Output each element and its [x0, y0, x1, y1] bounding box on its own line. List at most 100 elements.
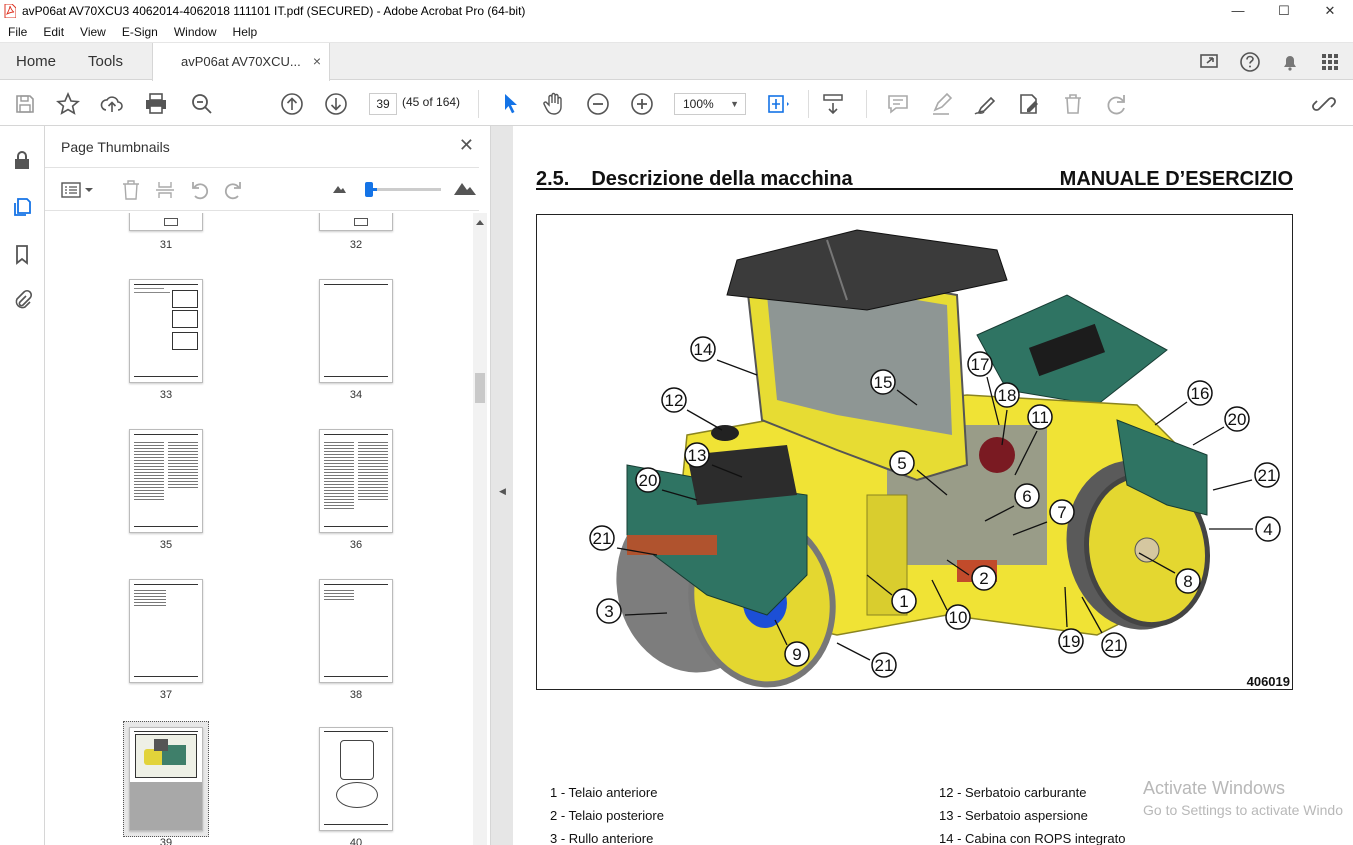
thumbnail-page[interactable] [319, 579, 393, 683]
thumbnail-options-icon[interactable] [61, 180, 95, 200]
zoom-out-icon[interactable] [585, 91, 611, 117]
thumbnail-page-current[interactable] [129, 727, 203, 831]
callout-number: 18 [998, 386, 1017, 405]
share-link-icon[interactable] [1311, 91, 1337, 117]
delete-pages-icon[interactable] [121, 179, 141, 201]
menu-edit[interactable]: Edit [35, 25, 72, 39]
thumbnail-scrollbar[interactable] [473, 213, 487, 845]
thumbnail-page[interactable] [129, 579, 203, 683]
callout-number: 12 [665, 391, 684, 410]
tab-home[interactable]: Home [16, 43, 56, 80]
scroll-mode-icon[interactable] [820, 91, 846, 117]
small-mountain-icon[interactable] [332, 184, 346, 194]
callout-number: 19 [1062, 632, 1081, 651]
callout-leader-line [896, 389, 918, 406]
callout-number: 3 [604, 602, 613, 621]
thumbnail-page[interactable] [129, 429, 203, 533]
rotate-counterclockwise-icon[interactable] [189, 179, 211, 201]
large-mountain-icon[interactable] [453, 180, 477, 196]
callout-number: 5 [897, 454, 906, 473]
extract-pages-icon[interactable] [155, 179, 175, 201]
tab-close-icon[interactable]: × [313, 43, 321, 80]
collapse-panel-icon[interactable]: ◀ [499, 486, 506, 497]
page-count: (45 of 164) [402, 95, 461, 109]
thumbnail-page[interactable] [319, 429, 393, 533]
comment-icon[interactable] [885, 91, 911, 117]
menu-view[interactable]: View [72, 25, 114, 39]
attachments-paperclip-icon[interactable] [11, 288, 33, 310]
menu-help[interactable]: Help [225, 25, 266, 39]
minimize-button[interactable]: — [1215, 0, 1261, 22]
bookmarks-icon[interactable] [11, 243, 33, 265]
next-page-icon[interactable] [323, 91, 349, 117]
callout-leader-line [1001, 409, 1008, 446]
zoom-search-icon[interactable] [189, 91, 215, 117]
notifications-bell-icon[interactable] [1279, 51, 1301, 73]
callout-number: 21 [593, 529, 612, 548]
panel-close-icon[interactable]: ✕ [459, 135, 474, 156]
callout-leader-line [774, 619, 788, 646]
close-window-button[interactable]: ✕ [1307, 0, 1353, 22]
callout-leader-line [616, 547, 658, 556]
apps-grid-icon[interactable] [1319, 51, 1341, 73]
thumbnail-label: 37 [159, 689, 173, 701]
previous-page-icon[interactable] [279, 91, 305, 117]
fit-page-icon[interactable] [764, 91, 790, 117]
page-number-input[interactable]: 39 [369, 93, 397, 115]
page-thumbnails-icon[interactable] [11, 196, 33, 218]
delete-trash-icon[interactable] [1060, 91, 1086, 117]
figure-code: 406019 [1246, 674, 1290, 689]
highlight-pen-icon[interactable] [929, 91, 955, 117]
callout-number: 4 [1263, 520, 1272, 539]
thumbnail-page[interactable] [319, 279, 393, 383]
callout-number: 17 [971, 355, 990, 374]
rotate-clockwise-icon[interactable] [222, 179, 244, 201]
thumbnail-page[interactable] [319, 213, 393, 231]
toolbar-divider [866, 90, 867, 118]
sign-pen-icon[interactable] [972, 91, 998, 117]
thumbnail-page[interactable] [129, 279, 203, 383]
edit-pdf-icon[interactable] [1016, 91, 1042, 117]
select-cursor-icon[interactable] [498, 91, 524, 117]
thumbnail-size-slider[interactable] [365, 182, 441, 197]
callout-number: 20 [639, 471, 658, 490]
legend-item: 12 - Serbatoio carburante [939, 785, 1087, 800]
lock-icon[interactable] [11, 149, 33, 171]
callout-leader-line [931, 579, 948, 611]
scrollbar-thumb[interactable] [475, 373, 485, 403]
maximize-button[interactable]: ☐ [1261, 0, 1307, 22]
zoom-in-icon[interactable] [629, 91, 655, 117]
callout-number: 21 [1258, 466, 1277, 485]
callout-number: 6 [1022, 487, 1031, 506]
thumbnail-page[interactable] [319, 727, 393, 831]
thumbnail-label: 39 [159, 837, 173, 845]
menu-file[interactable]: File [0, 25, 35, 39]
thumbnail-page[interactable] [129, 213, 203, 231]
print-icon[interactable] [143, 91, 169, 117]
panel-splitter[interactable]: ◀ [491, 126, 513, 845]
help-icon[interactable] [1239, 51, 1261, 73]
callout-number: 21 [875, 656, 894, 675]
bookmark-star-icon[interactable] [55, 91, 81, 117]
redo-icon[interactable] [1104, 91, 1130, 117]
callout-leader-line [624, 612, 668, 616]
zoom-level-select[interactable]: 100% ▼ [674, 93, 746, 115]
page-header: 2.5. Descrizione della macchina MANUALE D… [536, 168, 1293, 190]
hand-tool-icon[interactable] [541, 91, 567, 117]
callout-leader-line [1081, 596, 1103, 634]
share-screen-icon[interactable] [1199, 51, 1221, 73]
callout-leader-line [1154, 401, 1188, 426]
upload-cloud-icon[interactable] [99, 91, 125, 117]
callout-leader-line [1212, 479, 1253, 491]
title-bar: avP06at AV70XCU3 4062014-4062018 111101 … [0, 0, 1353, 22]
callout-number: 16 [1191, 384, 1210, 403]
tab-document[interactable]: avP06at AV70XCU... × [152, 43, 330, 81]
activate-windows-subtext: Go to Settings to activate Windo [1143, 802, 1343, 818]
slider-handle[interactable] [365, 182, 373, 197]
tab-tools[interactable]: Tools [88, 43, 123, 80]
save-icon[interactable] [12, 91, 38, 117]
menu-window[interactable]: Window [166, 25, 225, 39]
menu-esign[interactable]: E-Sign [114, 25, 166, 39]
scroll-up-icon[interactable] [476, 219, 484, 225]
callout-leader-line [1192, 426, 1225, 446]
